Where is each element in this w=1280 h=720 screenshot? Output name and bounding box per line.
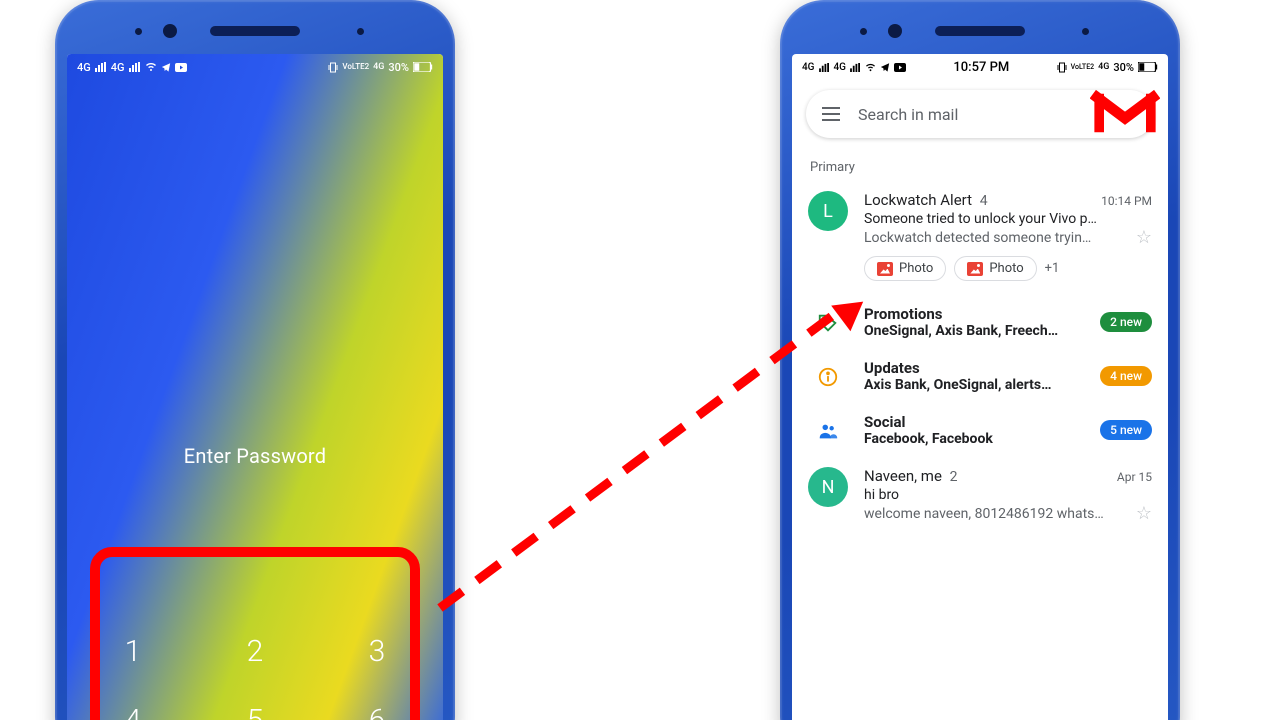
annotation-arrow [0, 0, 1280, 720]
